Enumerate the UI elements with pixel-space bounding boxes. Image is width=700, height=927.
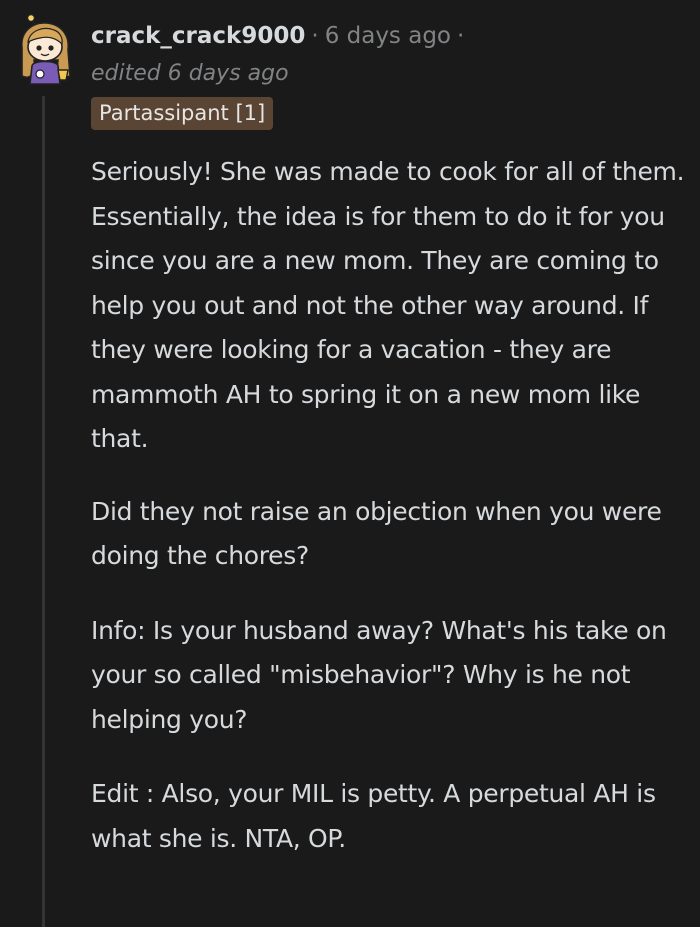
meta-separator: · [311, 23, 319, 49]
timestamp-link[interactable]: 6 days ago [325, 23, 451, 49]
comment-paragraph: Info: Is your husband away? What's his t… [91, 615, 667, 734]
edited-label: edited 6 days ago [91, 61, 289, 86]
user-flair-badge: Partassipant [1] [91, 97, 274, 130]
comment-header: crack_crack9000 · 6 days ago · [91, 20, 470, 52]
comment-paragraph: Did they not raise an objection when you… [91, 496, 662, 571]
comment-body: Seriously! She was made to cook for all … [91, 150, 691, 889]
comment-paragraph: Seriously! She was made to cook for all … [91, 157, 685, 453]
comment-paragraph: Edit : Also, your MIL is petty. A perpet… [91, 779, 656, 853]
meta-separator-trailing: · [457, 23, 465, 49]
comment: crack_crack9000 · 6 days ago · edited 6 day… [0, 0, 700, 927]
snoo-avatar-icon[interactable] [14, 13, 76, 86]
username-link[interactable]: crack_crack9000 [91, 23, 305, 49]
thread-collapse-line[interactable] [42, 96, 45, 927]
